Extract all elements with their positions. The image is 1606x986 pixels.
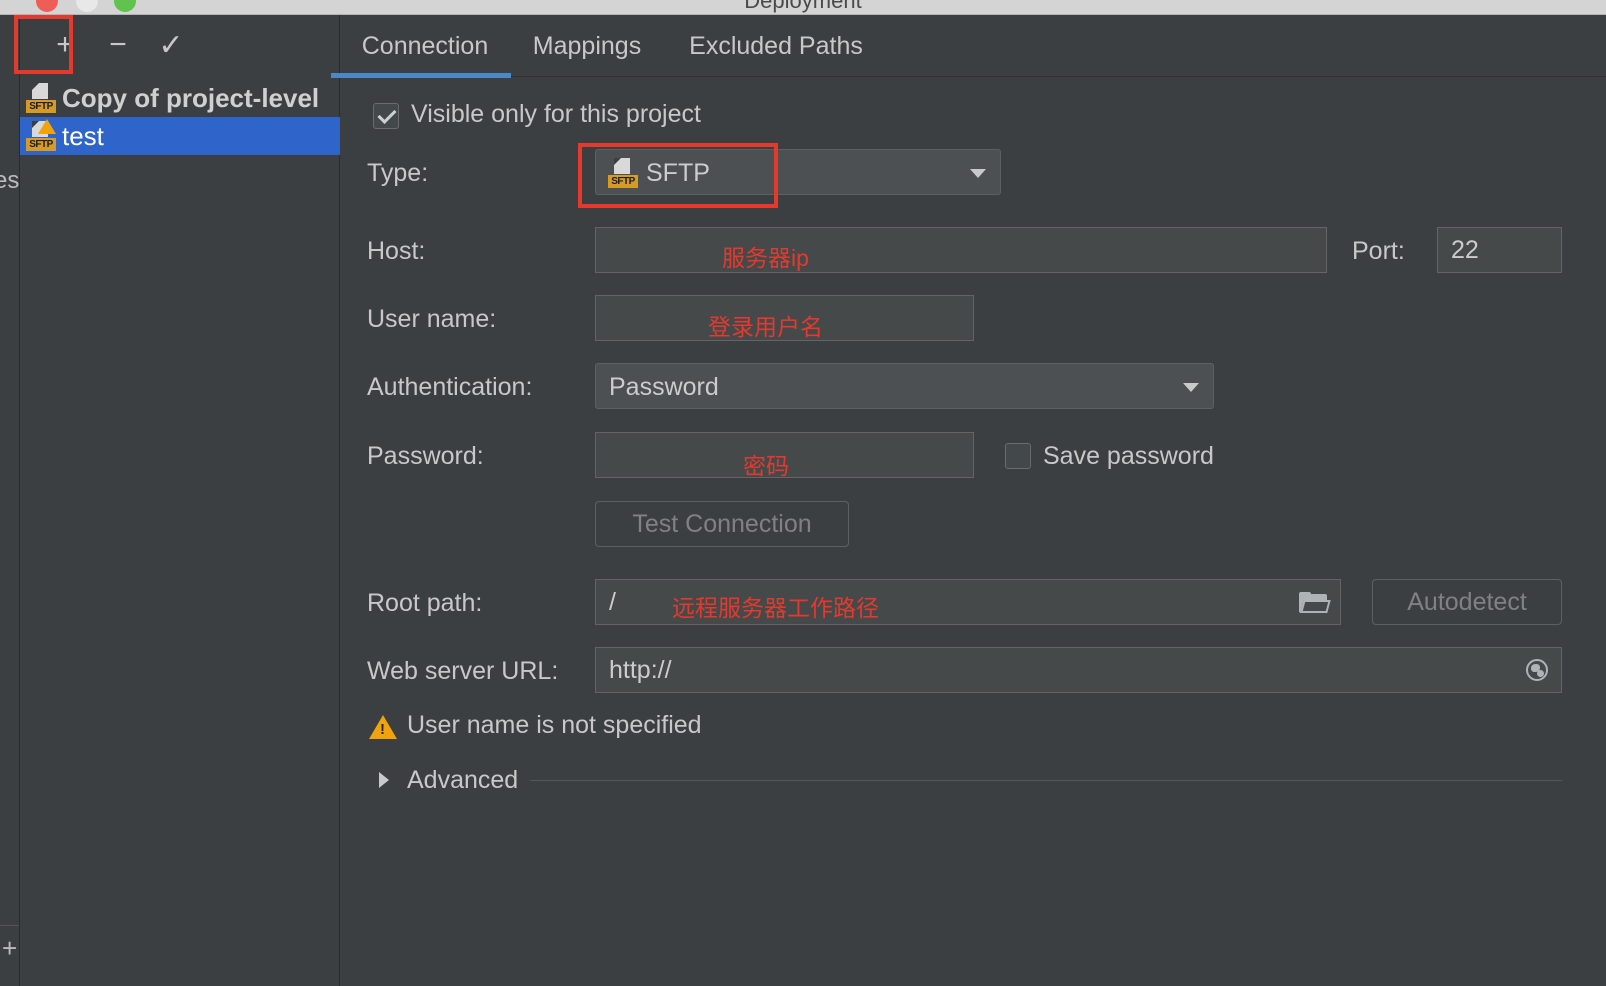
tab-mappings[interactable]: Mappings xyxy=(517,15,657,77)
parent-window-strip: es + xyxy=(0,15,20,986)
server-item-label: test xyxy=(62,120,104,151)
parent-add-icon[interactable]: + xyxy=(2,933,17,964)
authentication-value: Password xyxy=(609,373,719,401)
authentication-select[interactable]: Password xyxy=(595,363,1214,409)
authentication-label: Authentication: xyxy=(367,373,533,401)
folder-open-icon[interactable] xyxy=(1299,592,1331,614)
type-label: Type: xyxy=(367,159,429,187)
password-annotation: 密码 xyxy=(743,453,789,479)
server-item-copy-of-project-level[interactable]: SFTP Copy of project-level xyxy=(20,79,340,117)
sftp-type-icon: SFTP xyxy=(608,158,638,188)
port-input[interactable]: 22 xyxy=(1437,227,1562,273)
port-value: 22 xyxy=(1451,236,1479,264)
server-list: SFTP Copy of project-level SFTP test xyxy=(20,79,340,155)
divider xyxy=(0,925,19,926)
web-server-url-label: Web server URL: xyxy=(367,657,559,685)
tab-excluded-paths[interactable]: Excluded Paths xyxy=(671,15,881,77)
window-title: Deployment xyxy=(744,0,862,13)
port-label: Port: xyxy=(1352,237,1405,265)
parent-text-fragment: es xyxy=(0,167,20,194)
window-titlebar: Deployment xyxy=(0,0,1606,15)
advanced-separator xyxy=(530,780,1562,781)
username-annotation: 登录用户名 xyxy=(708,314,823,340)
username-input[interactable]: 登录用户名 xyxy=(595,295,974,341)
visible-only-label: Visible only for this project xyxy=(411,100,701,128)
root-path-value: / xyxy=(609,588,616,616)
warning-message: User name is not specified xyxy=(407,711,702,739)
type-value: SFTP xyxy=(646,159,710,187)
remove-server-button[interactable]: − xyxy=(98,25,138,65)
password-input[interactable]: 密码 xyxy=(595,432,974,479)
server-item-test[interactable]: SFTP test xyxy=(20,117,340,155)
visible-only-checkbox[interactable] xyxy=(373,103,399,129)
web-server-url-value: http:// xyxy=(609,656,672,684)
autodetect-button[interactable]: Autodetect xyxy=(1372,579,1562,625)
sftp-server-icon: SFTP xyxy=(26,83,56,113)
username-label: User name: xyxy=(367,305,497,333)
server-item-label: Copy of project-level xyxy=(62,82,320,113)
advanced-toggle[interactable]: Advanced xyxy=(407,766,518,795)
password-label: Password: xyxy=(367,442,484,470)
add-server-button[interactable]: + xyxy=(45,25,85,65)
root-path-label: Root path: xyxy=(367,589,483,617)
tab-bar: Connection Mappings Excluded Paths xyxy=(331,15,1606,78)
save-password-checkbox[interactable] xyxy=(1005,443,1031,469)
type-select[interactable]: SFTP SFTP xyxy=(595,149,1001,195)
warning-icon: ! xyxy=(369,715,397,739)
host-label: Host: xyxy=(367,237,426,265)
save-password-label: Save password xyxy=(1043,442,1214,470)
host-annotation: 服务器ip xyxy=(722,245,809,271)
connection-panel: Connection Mappings Excluded Paths Visib… xyxy=(331,15,1606,986)
test-connection-button[interactable]: Test Connection xyxy=(595,501,849,547)
chevron-down-icon xyxy=(1183,383,1199,392)
expand-triangle-icon[interactable] xyxy=(379,772,389,788)
web-server-url-input[interactable]: http:// xyxy=(595,647,1562,693)
set-default-button[interactable]: ✓ xyxy=(151,25,191,65)
host-input[interactable]: 服务器ip xyxy=(595,227,1327,273)
sftp-server-warning-icon: SFTP xyxy=(26,119,56,151)
globe-icon[interactable] xyxy=(1526,659,1548,681)
tab-connection[interactable]: Connection xyxy=(331,15,511,78)
server-sidebar: + − ✓ SFTP Copy of project-level SFTP te… xyxy=(14,15,340,986)
root-path-input[interactable]: / 远程服务器工作路径 xyxy=(595,579,1341,625)
root-path-annotation: 远程服务器工作路径 xyxy=(672,595,879,621)
server-toolbar: + − ✓ xyxy=(20,15,340,71)
chevron-down-icon xyxy=(970,169,986,178)
